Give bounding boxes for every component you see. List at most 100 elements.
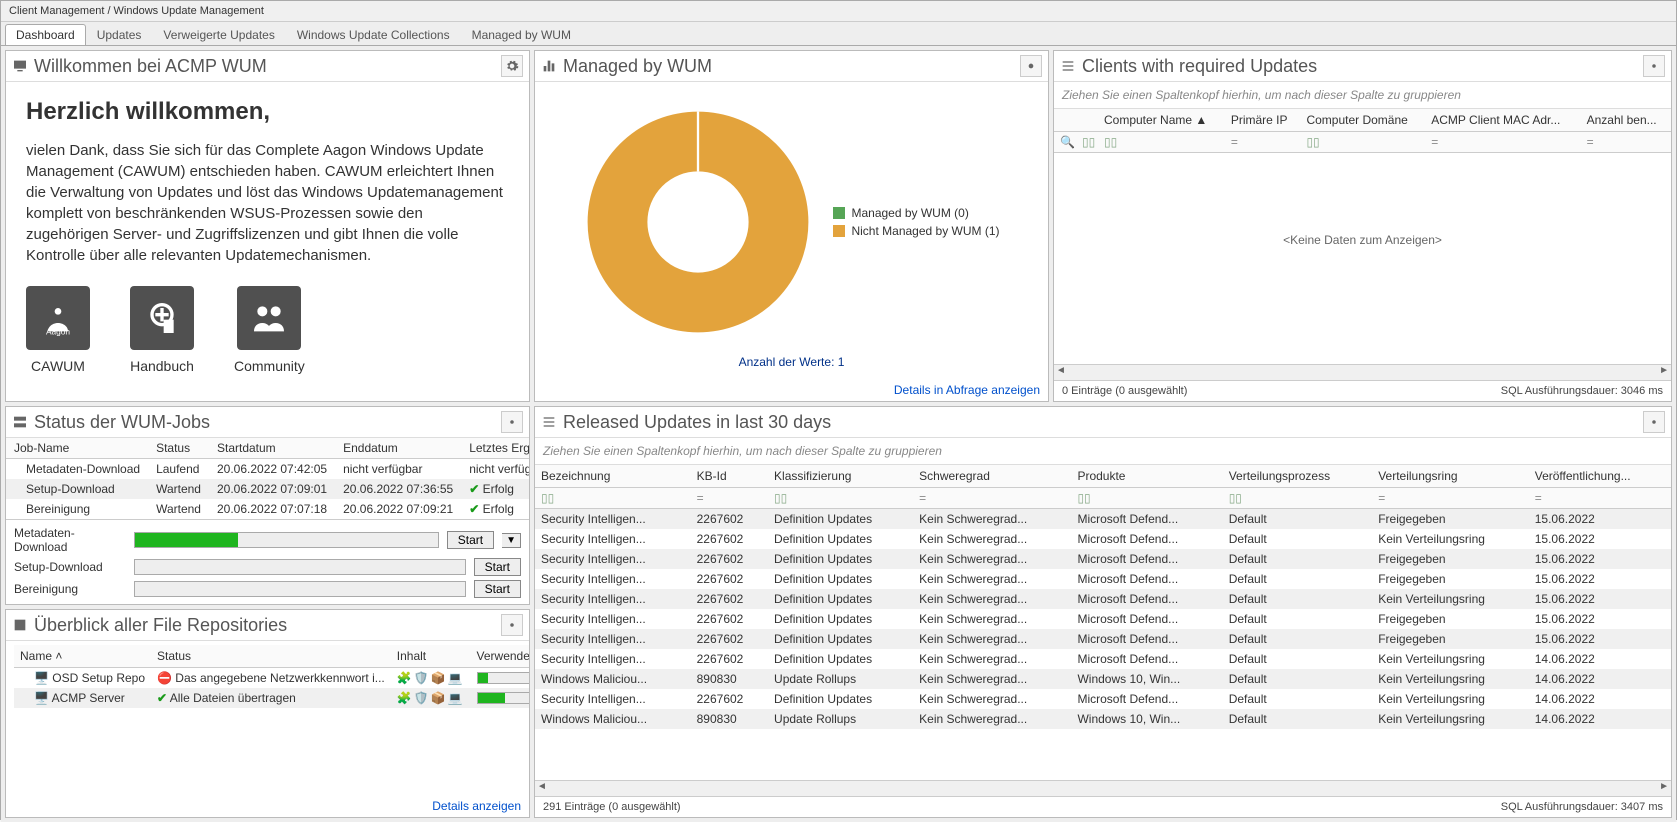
- table-row[interactable]: Security Intelligen...2267602Definition …: [535, 649, 1671, 669]
- filter-cell[interactable]: =: [1425, 132, 1580, 153]
- filter-cell[interactable]: ▯▯: [1098, 132, 1225, 153]
- filter-cell[interactable]: =: [1225, 132, 1301, 153]
- column-header[interactable]: Inhalt: [391, 645, 471, 668]
- table-row[interactable]: Setup-DownloadWartend20.06.2022 07:09:01…: [6, 479, 529, 499]
- content-icons: 🧩🛡️📦💻: [397, 671, 465, 685]
- table-row[interactable]: Security Intelligen...2267602Definition …: [535, 589, 1671, 609]
- filter-cell[interactable]: =: [1529, 488, 1671, 509]
- table-row[interactable]: 🖥️ OSD Setup Repo⛔ Das angegebene Netzwe…: [14, 668, 529, 689]
- filter-cell[interactable]: =: [913, 488, 1071, 509]
- table-row[interactable]: Metadaten-DownloadLaufend20.06.2022 07:4…: [6, 459, 529, 480]
- list-icon: [541, 414, 557, 430]
- table-row[interactable]: Security Intelligen...2267602Definition …: [535, 549, 1671, 569]
- column-header[interactable]: ACMP Client MAC Adr...: [1425, 109, 1580, 132]
- column-header[interactable]: Produkte: [1071, 465, 1222, 488]
- column-header[interactable]: Anzahl ben...: [1581, 109, 1671, 132]
- horizontal-scrollbar[interactable]: [535, 780, 1671, 796]
- panel-settings-button[interactable]: [501, 411, 523, 433]
- panel-title: Überblick aller File Repositories: [34, 615, 501, 636]
- ok-icon: ✔: [157, 691, 167, 705]
- column-header[interactable]: [1054, 109, 1076, 132]
- start-button[interactable]: Start: [474, 558, 521, 576]
- column-header[interactable]: Startdatum: [209, 438, 335, 459]
- legend-swatch: [833, 225, 845, 237]
- column-header[interactable]: [1076, 109, 1098, 132]
- table-row[interactable]: Security Intelligen...2267602Definition …: [535, 509, 1671, 530]
- panel-settings-button[interactable]: [1643, 411, 1665, 433]
- column-header[interactable]: Computer Name ▲: [1098, 109, 1225, 132]
- welcome-card-handbuch[interactable]: Handbuch: [130, 286, 194, 374]
- tab-dashboard[interactable]: Dashboard: [5, 24, 86, 45]
- panel-settings-button[interactable]: [1643, 55, 1665, 77]
- group-hint[interactable]: Ziehen Sie einen Spaltenkopf hierhin, um…: [535, 438, 1671, 465]
- search-icon[interactable]: 🔍: [1060, 135, 1068, 143]
- filter-cell[interactable]: 🔍: [1054, 132, 1076, 153]
- table-row[interactable]: Security Intelligen...2267602Definition …: [535, 629, 1671, 649]
- horizontal-scrollbar[interactable]: [1054, 364, 1671, 380]
- clients-table: Computer Name ▲Primäre IPComputer Domäne…: [1054, 109, 1671, 153]
- chart-icon: [541, 58, 557, 74]
- progress-row: Metadaten-DownloadStart▼: [6, 524, 529, 556]
- progress-label: Bereinigung: [14, 582, 126, 596]
- filter-cell[interactable]: =: [1372, 488, 1529, 509]
- group-hint[interactable]: Ziehen Sie einen Spaltenkopf hierhin, um…: [1054, 82, 1671, 109]
- column-header[interactable]: Job-Name: [6, 438, 148, 459]
- filter-cell[interactable]: ▯▯: [768, 488, 913, 509]
- column-header[interactable]: Status: [148, 438, 209, 459]
- panel-title: Status der WUM-Jobs: [34, 412, 501, 433]
- details-link[interactable]: Details in Abfrage anzeigen: [894, 383, 1040, 397]
- table-row[interactable]: Windows Maliciou...890830Update RollupsK…: [535, 709, 1671, 729]
- start-dropdown[interactable]: ▼: [502, 533, 521, 548]
- card-label: Handbuch: [130, 358, 194, 374]
- table-row[interactable]: Security Intelligen...2267602Definition …: [535, 689, 1671, 709]
- filter-cell[interactable]: ▯▯: [1071, 488, 1222, 509]
- check-icon: ✔: [469, 502, 479, 516]
- filter-cell[interactable]: =: [691, 488, 768, 509]
- panel-job-status: Status der WUM-Jobs Job-NameStatusStartd…: [5, 406, 530, 605]
- panel-title: Willkommen bei ACMP WUM: [34, 56, 501, 77]
- table-row[interactable]: BereinigungWartend20.06.2022 07:07:1820.…: [6, 499, 529, 519]
- column-header[interactable]: Letztes Ergebnis: [461, 438, 529, 459]
- released-table: BezeichnungKB-IdKlassifizierungSchweregr…: [535, 465, 1671, 729]
- filter-cell[interactable]: ▯▯: [1300, 132, 1425, 153]
- filter-cell[interactable]: =: [1581, 132, 1671, 153]
- tab-verweigerte-updates[interactable]: Verweigerte Updates: [152, 24, 285, 45]
- tab-updates[interactable]: Updates: [86, 24, 153, 45]
- table-row[interactable]: Security Intelligen...2267602Definition …: [535, 529, 1671, 549]
- tab-windows-update-collections[interactable]: Windows Update Collections: [286, 24, 461, 45]
- start-button[interactable]: Start: [474, 580, 521, 598]
- column-header[interactable]: Computer Domäne: [1300, 109, 1425, 132]
- details-link[interactable]: Details anzeigen: [432, 799, 521, 813]
- table-row[interactable]: Windows Maliciou...890830Update RollupsK…: [535, 669, 1671, 689]
- breadcrumb: Client Management / Windows Update Manag…: [1, 1, 1676, 22]
- welcome-card-cawum[interactable]: AagonCAWUM: [26, 286, 90, 374]
- column-header[interactable]: Verteilungsring: [1372, 465, 1529, 488]
- column-header[interactable]: Name ˄: [14, 645, 151, 668]
- tab-bar: DashboardUpdatesVerweigerte UpdatesWindo…: [1, 22, 1676, 46]
- column-header[interactable]: Klassifizierung: [768, 465, 913, 488]
- column-header[interactable]: Schweregrad: [913, 465, 1071, 488]
- table-row[interactable]: 🖥️ ACMP Server✔ Alle Dateien übertragen🧩…: [14, 688, 529, 708]
- progress-row: Bereinigung Start: [6, 578, 529, 600]
- tab-managed-by-wum[interactable]: Managed by WUM: [461, 24, 582, 45]
- column-header[interactable]: Status: [151, 645, 391, 668]
- filter-cell[interactable]: ▯▯: [1223, 488, 1373, 509]
- column-header[interactable]: Verteilungsprozess: [1223, 465, 1373, 488]
- column-header[interactable]: Enddatum: [335, 438, 461, 459]
- start-button[interactable]: Start: [447, 531, 494, 549]
- column-header[interactable]: KB-Id: [691, 465, 768, 488]
- progress-bar: [134, 532, 439, 548]
- server-icon: 🖥️: [34, 691, 49, 705]
- panel-settings-button[interactable]: [1020, 55, 1042, 77]
- welcome-card-community[interactable]: Community: [234, 286, 305, 374]
- column-header[interactable]: Verwendeter Speicher: [471, 645, 529, 668]
- column-header[interactable]: Veröffentlichung...: [1529, 465, 1671, 488]
- panel-settings-button[interactable]: [501, 614, 523, 636]
- column-header[interactable]: Primäre IP: [1225, 109, 1301, 132]
- filter-cell[interactable]: ▯▯: [535, 488, 691, 509]
- filter-cell[interactable]: ▯▯: [1076, 132, 1098, 153]
- panel-settings-button[interactable]: [501, 55, 523, 77]
- table-row[interactable]: Security Intelligen...2267602Definition …: [535, 569, 1671, 589]
- table-row[interactable]: Security Intelligen...2267602Definition …: [535, 609, 1671, 629]
- column-header[interactable]: Bezeichnung: [535, 465, 691, 488]
